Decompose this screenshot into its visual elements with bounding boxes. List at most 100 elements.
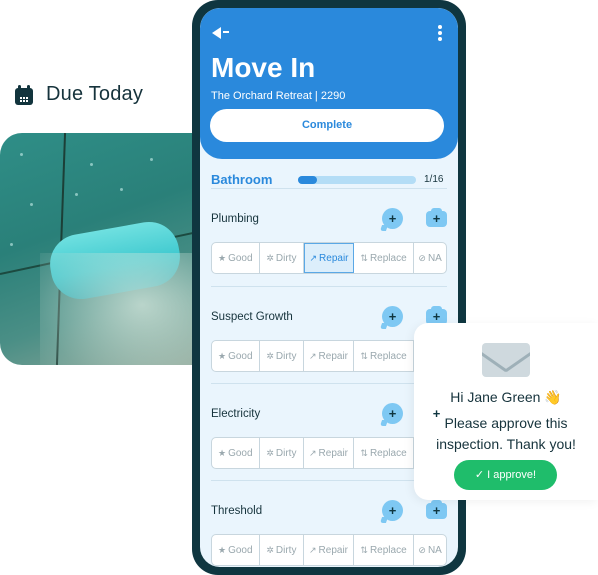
option-good[interactable]: ★ Good: [212, 438, 260, 468]
item-divider: [211, 286, 447, 287]
property-subtitle: The Orchard Retreat | 2290: [211, 90, 346, 102]
option-label: NA: [427, 252, 442, 264]
option-replace[interactable]: ⇅ Replace: [354, 341, 415, 371]
na-icon: ⊘: [418, 252, 426, 263]
plus-icon: +: [432, 406, 441, 421]
option-repair[interactable]: ↗ Repair: [304, 243, 354, 273]
option-label: NA: [427, 544, 442, 556]
option-repair[interactable]: ↗ Repair: [304, 438, 354, 468]
option-good[interactable]: ★ Good: [212, 243, 260, 273]
inspection-item: Plumbing + + ★ Good ✲ Dirty ↗ Repair ⇅ Replace ⊘ NA: [211, 208, 447, 290]
progress-fill: [298, 176, 317, 184]
add-comment-icon[interactable]: +: [382, 403, 403, 424]
section-progress-count: 1/16: [424, 174, 444, 185]
item-divider: [211, 480, 447, 481]
replace-icon: ⇅: [360, 252, 368, 263]
option-repair[interactable]: ↗ Repair: [304, 535, 354, 565]
item-label: Suspect Growth: [211, 311, 293, 323]
plus-icon: +: [432, 309, 441, 324]
option-na[interactable]: ⊘NA: [414, 243, 446, 273]
plus-icon: +: [432, 503, 441, 518]
item-label: Threshold: [211, 505, 263, 517]
dirty-icon: ✲: [266, 544, 274, 555]
leaking-pipe-photo: [0, 133, 200, 365]
option-dirty[interactable]: ✲ Dirty: [260, 243, 305, 273]
section-name: Bathroom: [211, 172, 273, 187]
plus-icon: +: [432, 211, 441, 226]
add-photo-icon[interactable]: +: [426, 403, 447, 422]
add-comment-icon[interactable]: +: [382, 306, 403, 327]
option-label: Dirty: [275, 447, 297, 459]
option-label: Good: [228, 544, 253, 556]
condition-options: ★Good✲Dirty↗Repair⇅Replace⊘NA: [211, 534, 447, 566]
repair-icon: ↗: [309, 350, 317, 361]
section-progress-bar: [298, 176, 416, 184]
dirty-icon: ✲: [266, 447, 274, 458]
good-icon: ★: [218, 350, 227, 361]
good-icon: ★: [218, 447, 227, 458]
calendar-icon: [14, 84, 34, 106]
repair-icon: ↗: [309, 447, 317, 458]
option-label: Replace: [369, 447, 407, 459]
kebab-menu-icon[interactable]: [438, 25, 442, 41]
replace-icon: ⇅: [360, 350, 368, 361]
option-label: Dirty: [275, 252, 297, 264]
replace-icon: ⇅: [360, 544, 368, 555]
option-label: Repair: [318, 350, 349, 362]
approve-button[interactable]: ✓ I approve!: [454, 460, 557, 490]
add-comment-icon[interactable]: +: [382, 500, 403, 521]
section-header: Bathroom 1/16: [211, 172, 444, 188]
add-photo-icon[interactable]: +: [426, 208, 447, 227]
option-na[interactable]: ⊘NA: [414, 535, 446, 565]
condition-options: ★Good✲Dirty↗Repair⇅Replace⊘NA: [211, 242, 447, 274]
inspection-item: Suspect Growth + + ★ Good ✲ Dirty ↗ Repair ⇅ Repla…: [211, 306, 447, 388]
greeting-text: Hi Jane Green 👋: [450, 389, 562, 405]
option-dirty[interactable]: ✲ Dirty: [260, 535, 305, 565]
option-label: Replace: [369, 252, 407, 264]
replace-icon: ⇅: [360, 447, 368, 458]
option-good[interactable]: ★ Good: [212, 341, 260, 371]
option-dirty[interactable]: ✲ Dirty: [260, 341, 305, 371]
item-divider: [211, 188, 447, 189]
add-photo-icon[interactable]: +: [426, 306, 447, 325]
due-today-label: Due Today: [14, 83, 143, 106]
envelope-icon: [482, 343, 530, 377]
option-dirty[interactable]: ✲ Dirty: [260, 438, 305, 468]
plus-icon: +: [388, 406, 397, 421]
option-label: Repair: [319, 252, 349, 264]
good-icon: ★: [218, 544, 227, 555]
condition-options: ★Good✲Dirty↗Repair⇅Replace⊘NA: [211, 437, 447, 469]
option-label: Replace: [369, 544, 407, 556]
condition-options: ★Good✲Dirty↗Repair⇅Replace⊘NA: [211, 340, 447, 372]
inspection-item: Electricity++★Good✲Dirty↗Repair⇅Replace⊘…: [211, 403, 447, 485]
add-photo-icon[interactable]: +: [426, 500, 447, 519]
option-label: Dirty: [275, 350, 297, 362]
dirty-icon: ✲: [266, 252, 274, 263]
option-good[interactable]: ★ Good: [212, 535, 260, 565]
option-label: Good: [228, 447, 253, 459]
back-arrow-icon[interactable]: [212, 26, 234, 40]
option-label: Good: [228, 350, 253, 362]
option-replace[interactable]: ⇅ Replace: [354, 535, 415, 565]
item-label: Plumbing: [211, 213, 259, 225]
item-label: Electricity: [211, 408, 261, 420]
option-label: Repair: [318, 544, 349, 556]
plus-icon: +: [388, 309, 397, 324]
option-label: Replace: [369, 350, 407, 362]
add-comment-icon[interactable]: +: [382, 208, 403, 229]
plus-icon: +: [388, 211, 397, 226]
complete-button[interactable]: Complete: [210, 109, 444, 142]
na-icon: ⊘: [418, 544, 426, 555]
option-replace[interactable]: ⇅ Replace: [354, 438, 415, 468]
option-replace[interactable]: ⇅ Replace: [354, 243, 415, 273]
page-title: Move In: [211, 52, 316, 83]
option-label: Repair: [318, 447, 349, 459]
repair-icon: ↗: [309, 544, 317, 555]
inspection-header: Move In The Orchard Retreat | 2290 Compl…: [200, 8, 458, 159]
option-repair[interactable]: ↗ Repair: [304, 341, 354, 371]
due-today-text: Due Today: [46, 83, 144, 105]
option-label: Dirty: [275, 544, 297, 556]
item-divider: [211, 383, 447, 384]
dirty-icon: ✲: [266, 350, 274, 361]
good-icon: ★: [218, 252, 227, 263]
